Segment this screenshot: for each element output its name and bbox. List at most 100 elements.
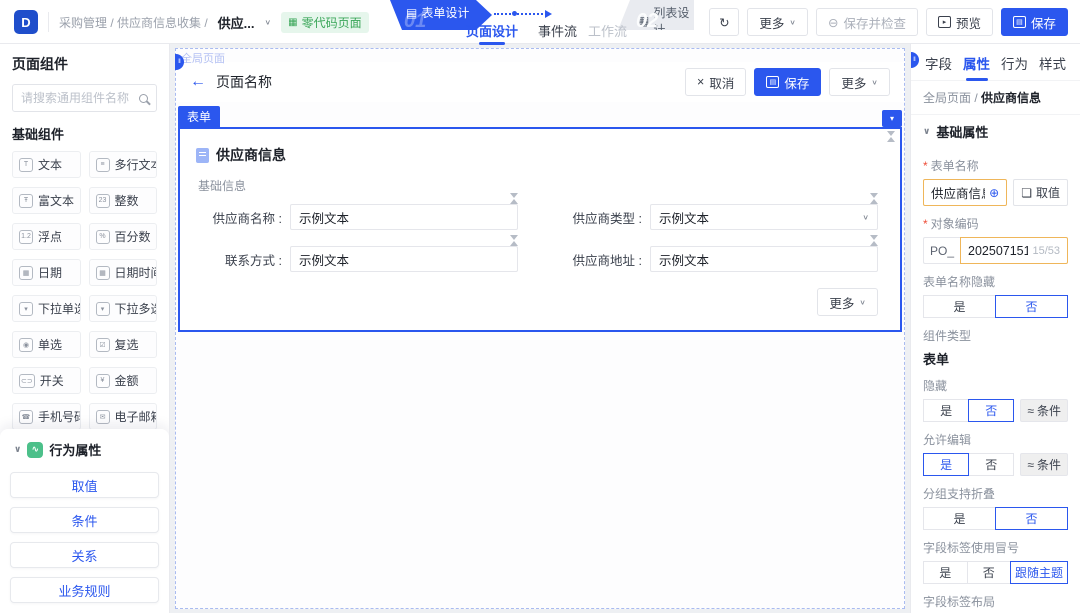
option-no[interactable]: 否 [968,453,1014,476]
chevron-down-icon: ∨ [789,18,796,27]
edit-condition-button[interactable]: ≈条件 [1020,453,1068,476]
tab-event-flow[interactable]: 事件流 [538,21,577,40]
behavior-panel-header[interactable]: ∨ ∿ 行为属性 [10,438,159,463]
option-no[interactable]: 否 [995,507,1068,530]
basic-properties-section[interactable]: ∨ 基础属性 [911,114,1080,148]
business-rule-button[interactable]: 业务规则 [10,577,159,603]
option-yes[interactable]: 是 [923,561,968,584]
component-radio[interactable]: ◉单选 [12,331,81,358]
hidden-condition-button[interactable]: ≈条件 [1020,399,1068,422]
component-percent[interactable]: %百分数 [89,223,158,250]
preview-button[interactable]: ▸预览 [926,8,993,36]
option-yes[interactable]: 是 [923,507,996,530]
form-name-input[interactable]: 供应商信息⊕ [923,179,1007,206]
form-component[interactable]: 供应商信息 基础信息 供应商名称 : 示例文本 供应商类型 : 示例文本∨ 联系… [178,127,902,332]
currency-icon: ¥ [96,374,110,388]
grid-icon: ▦ [288,17,297,28]
form-name-hidden-toggle: 是 否 [923,295,1068,318]
component-text[interactable]: T文本 [12,151,81,178]
component-date[interactable]: ▦日期 [12,259,81,286]
global-page-region[interactable]: 全局页面 ‖ ← 页面名称 ×取消 ▤保存 更多∨ 表单 ▾ 供应商信息 基础信… [175,48,905,609]
component-switch[interactable]: ⊂⊃开关 [12,367,81,394]
text-input[interactable]: 示例文本 [290,204,518,230]
tab-page-design[interactable]: 页面设计 [466,21,518,40]
field-supplier-name[interactable]: 供应商名称 : 示例文本 [202,204,518,230]
copy-icon: ❏ [1021,186,1032,200]
component-richtext[interactable]: Ŧ富文本 [12,187,81,214]
component-search[interactable] [12,84,157,112]
breadcrumb-current[interactable]: 供应... [218,13,255,32]
condition-rule-button[interactable]: 条件 [10,507,159,533]
relation-rule-button[interactable]: 关系 [10,542,159,568]
option-no[interactable]: 否 [995,295,1068,318]
text-input[interactable]: 示例文本 [650,246,878,272]
search-input[interactable] [21,91,133,105]
component-email[interactable]: ✉电子邮箱 [89,403,158,430]
object-code-label: *对象编码 [923,215,1068,232]
integer-icon: 23 [96,194,110,208]
component-select-single[interactable]: ▾下拉单选 [12,295,81,322]
save-and-check-button: ⊖保存并检查 [816,8,918,36]
hourglass-icon [887,131,896,142]
form-more-button[interactable]: 更多∨ [817,288,878,316]
hourglass-icon [510,235,519,246]
canvas-more-button[interactable]: 更多∨ [829,68,890,96]
component-float[interactable]: 1.2浮点 [12,223,81,250]
refresh-icon: ↻ [719,15,729,30]
option-yes[interactable]: 是 [923,295,996,318]
step-connector-arrow [494,13,550,15]
code-prefix: PO_ [923,237,960,264]
component-currency[interactable]: ¥金额 [89,367,158,394]
component-phone[interactable]: ☎手机号码 [12,403,81,430]
allow-edit-toggle: 是 否 [923,453,1014,476]
field-label: 供应商地址 : [562,250,642,269]
get-value-button[interactable]: ❏取值 [1013,179,1068,206]
select-input[interactable]: 示例文本∨ [650,204,878,230]
back-icon[interactable]: ← [190,73,206,91]
component-select-multi[interactable]: ▾下拉多选 [89,295,158,322]
value-rule-button[interactable]: 取值 [10,472,159,498]
design-steps: ▤表单设计 01 ▦列表设计 02 页面设计 事件流 工作流 [390,0,690,44]
component-integer[interactable]: 23整数 [89,187,158,214]
field-supplier-type[interactable]: 供应商类型 : 示例文本∨ [562,204,878,230]
form-name-hidden-label: 表单名称隐藏 [923,273,1068,290]
object-code-input[interactable]: 20250715171074315/53 [960,237,1068,264]
form-component-tag[interactable]: 表单 [178,106,220,127]
text-input[interactable]: 示例文本 [290,246,518,272]
multiline-text-icon: ≡ [96,158,110,172]
option-yes[interactable]: 是 [923,453,969,476]
option-no[interactable]: 否 [967,561,1012,584]
save-button[interactable]: ▤保存 [1001,8,1068,36]
label-colon-toggle: 是 否 跟随主题 [923,561,1068,584]
more-button[interactable]: 更多∨ [747,8,808,36]
chevron-down-icon: ∨ [862,213,869,222]
canvas-save-button[interactable]: ▤保存 [754,68,821,96]
globe-icon[interactable]: ⊕ [989,186,999,200]
group-collapse-label: 分组支持折叠 [923,485,1068,502]
tab-behavior[interactable]: 行为 [1001,53,1028,73]
component-textarea[interactable]: ≡多行文本 [89,151,158,178]
text-icon: T [19,158,33,172]
tab-workflow: 工作流 [588,21,627,40]
refresh-button[interactable]: ↻ [709,8,739,36]
hourglass-icon [870,193,879,204]
field-contact[interactable]: 联系方式 : 示例文本 [202,246,518,272]
tab-style[interactable]: 样式 [1039,53,1066,73]
condition-icon: ≈ [1027,404,1034,418]
dropdown-multi-icon: ▾ [96,302,110,316]
breadcrumb-root[interactable]: 全局页面 [923,91,971,105]
tab-fields[interactable]: 字段 [925,53,952,73]
component-datetime[interactable]: ▦日期时间 [89,259,158,286]
option-no[interactable]: 否 [968,399,1014,422]
email-icon: ✉ [96,410,110,424]
cancel-button[interactable]: ×取消 [685,68,746,96]
option-follow-theme[interactable]: 跟随主题 [1010,561,1068,584]
tab-properties[interactable]: 属性 [963,53,990,73]
chevron-down-icon[interactable]: ∨ [265,18,272,27]
field-supplier-address[interactable]: 供应商地址 : 示例文本 [562,246,878,272]
component-checkbox[interactable]: ☑复选 [89,331,158,358]
form-group-label: 基础信息 [198,177,884,194]
form-collapse-icon[interactable]: ▾ [882,110,902,127]
option-yes[interactable]: 是 [923,399,969,422]
component-type-label: 组件类型 [923,327,1068,344]
